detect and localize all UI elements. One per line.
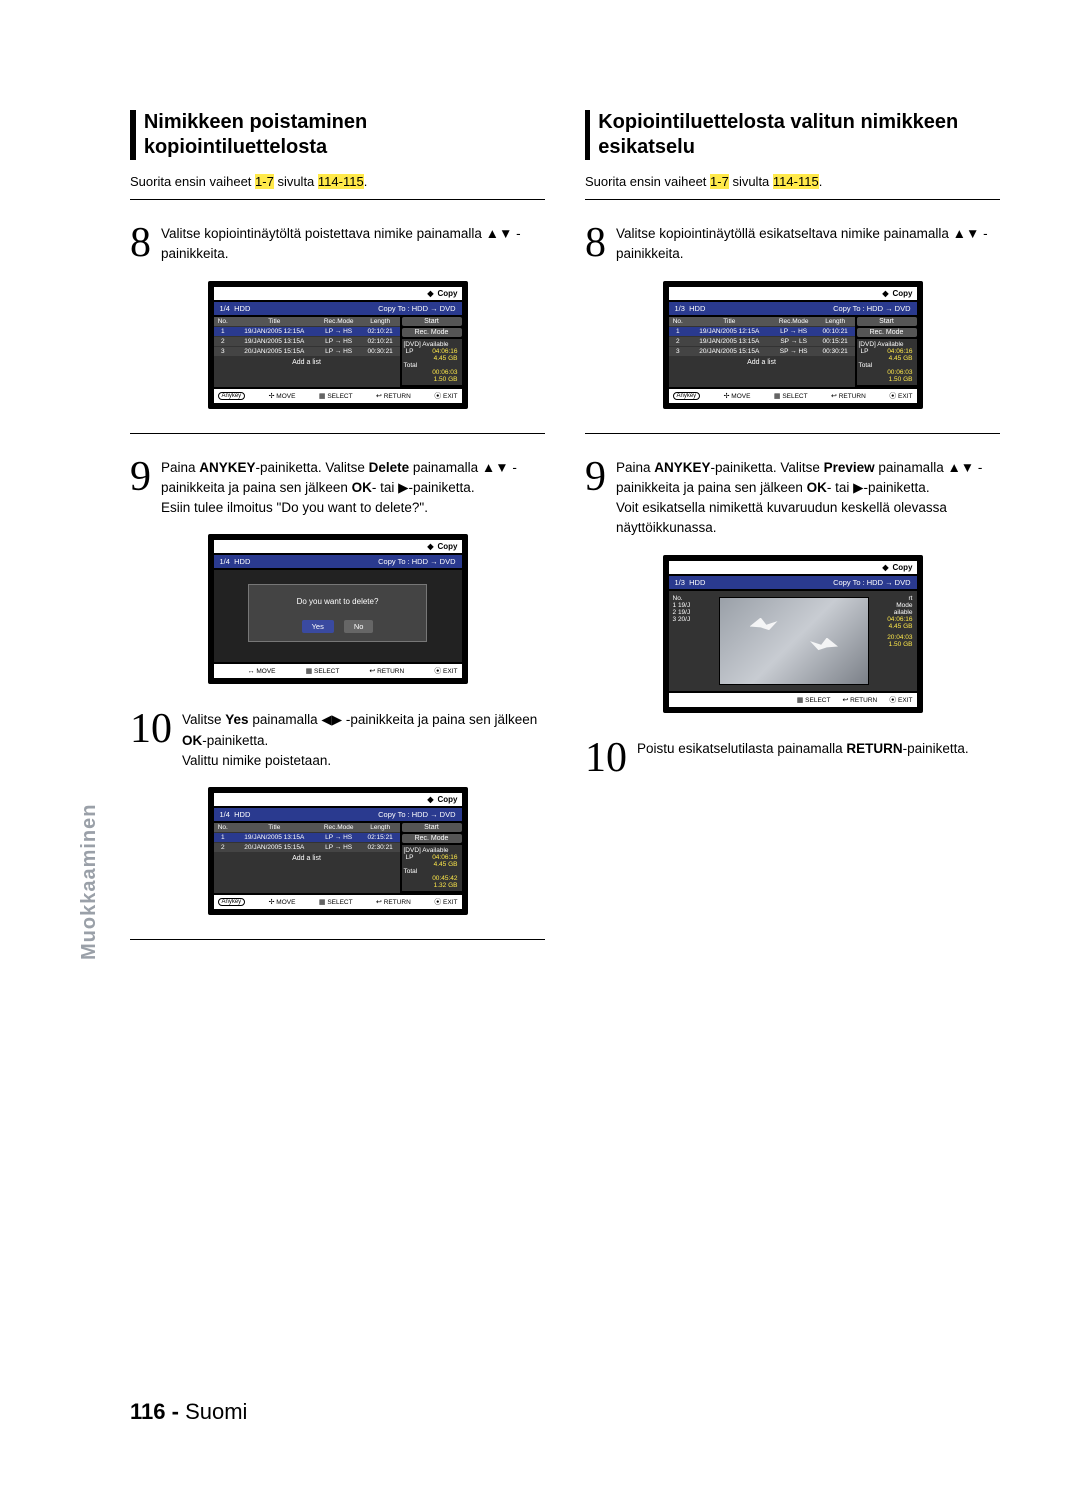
- step-8: 8 Valitse kopiointinäytöllä esikatseltav…: [585, 222, 1000, 265]
- side-tab: Muokkaaminen: [78, 804, 101, 960]
- pre-step-text: Suorita ensin vaiheet 1-7 sivulta 114-11…: [585, 174, 1000, 189]
- page-footer: 116 - Suomi: [130, 1399, 247, 1425]
- divider: [585, 433, 1000, 434]
- return-icon: ↩: [369, 668, 375, 675]
- no-button[interactable]: No: [344, 620, 374, 633]
- step-text: Paina ANYKEY-painiketta. Valitse Delete …: [161, 456, 545, 519]
- diamond-icon: ◆: [882, 289, 888, 298]
- recmode-button[interactable]: Rec. Mode: [402, 328, 462, 337]
- divider: [130, 939, 545, 940]
- step-text: Valitse kopiointinäytöltä poistettava ni…: [161, 222, 545, 265]
- recmode-button[interactable]: Rec. Mode: [402, 834, 462, 843]
- section-header: Nimikkeen poistaminen kopiointiluettelos…: [130, 110, 545, 160]
- step-number: 10: [130, 708, 172, 771]
- screenshot-copy-list: ◆Copy 1/3 HDDCopy To : HDD → DVD No.Titl…: [663, 281, 923, 409]
- screenshot-preview: ◆Copy 1/3 HDDCopy To : HDD → DVD No. 1 1…: [663, 555, 923, 713]
- anykey-button[interactable]: Anykey: [673, 392, 701, 400]
- anykey-button[interactable]: Anykey: [218, 898, 246, 906]
- return-icon: ↩: [376, 393, 382, 400]
- move-icon: ✢: [269, 393, 275, 400]
- confirm-dialog: Do you want to delete? Yes No: [248, 584, 427, 642]
- exit-icon: ⦿: [434, 393, 441, 400]
- move-icon: ↔: [248, 668, 255, 675]
- diamond-icon: ◆: [427, 795, 433, 804]
- yes-button[interactable]: Yes: [302, 620, 334, 633]
- select-icon: ▦: [319, 393, 326, 400]
- section-title: Nimikkeen poistaminen kopiointiluettelos…: [144, 110, 545, 160]
- step-10: 10 Valitse Yes painamalla ◀▶ -painikkeit…: [130, 708, 545, 771]
- header-bar-icon: [130, 110, 136, 160]
- copy-table: No.TitleRec.ModeLength 119/JAN/2005 12:1…: [214, 317, 400, 356]
- step-9: 9 Paina ANYKEY-painiketta. Valitse Previ…: [585, 456, 1000, 539]
- divider: [130, 433, 545, 434]
- select-icon: ▦: [306, 668, 313, 675]
- step-number: 9: [130, 456, 151, 519]
- step-10: 10 Poistu esikatselutilasta painamalla R…: [585, 737, 1000, 779]
- step-text: Valitse Yes painamalla ◀▶ -painikkeita j…: [182, 708, 545, 771]
- screenshot-after-delete: ◆Copy 1/4 HDDCopy To : HDD → DVD No.Titl…: [208, 787, 468, 915]
- step-9: 9 Paina ANYKEY-painiketta. Valitse Delet…: [130, 456, 545, 519]
- divider: [585, 199, 1000, 200]
- exit-icon: ⦿: [434, 668, 441, 675]
- left-column: Nimikkeen poistaminen kopiointiluettelos…: [130, 110, 545, 962]
- anykey-button[interactable]: Anykey: [218, 392, 246, 400]
- start-button[interactable]: Start: [402, 317, 462, 326]
- header-bar-icon: [585, 110, 590, 160]
- screenshot-delete-dialog: ◆Copy 1/4 HDDCopy To : HDD → DVD Do you …: [208, 534, 468, 684]
- right-column: Kopiointiluettelosta valitun nimikkeen e…: [585, 110, 1000, 962]
- diamond-icon: ◆: [882, 563, 888, 572]
- step-number: 8: [130, 222, 151, 265]
- step-8: 8 Valitse kopiointinäytöltä poistettava …: [130, 222, 545, 265]
- pre-step-text: Suorita ensin vaiheet 1-7 sivulta 114-11…: [130, 174, 545, 189]
- preview-image: [719, 597, 869, 685]
- screenshot-copy-list: ◆Copy 1/4 HDDCopy To : HDD → DVD No.Titl…: [208, 281, 468, 409]
- diamond-icon: ◆: [427, 289, 433, 298]
- diamond-icon: ◆: [427, 542, 433, 551]
- divider: [130, 199, 545, 200]
- start-button[interactable]: Start: [857, 317, 917, 326]
- start-button[interactable]: Start: [402, 823, 462, 832]
- recmode-button[interactable]: Rec. Mode: [857, 328, 917, 337]
- section-title: Kopiointiluettelosta valitun nimikkeen e…: [598, 110, 1000, 160]
